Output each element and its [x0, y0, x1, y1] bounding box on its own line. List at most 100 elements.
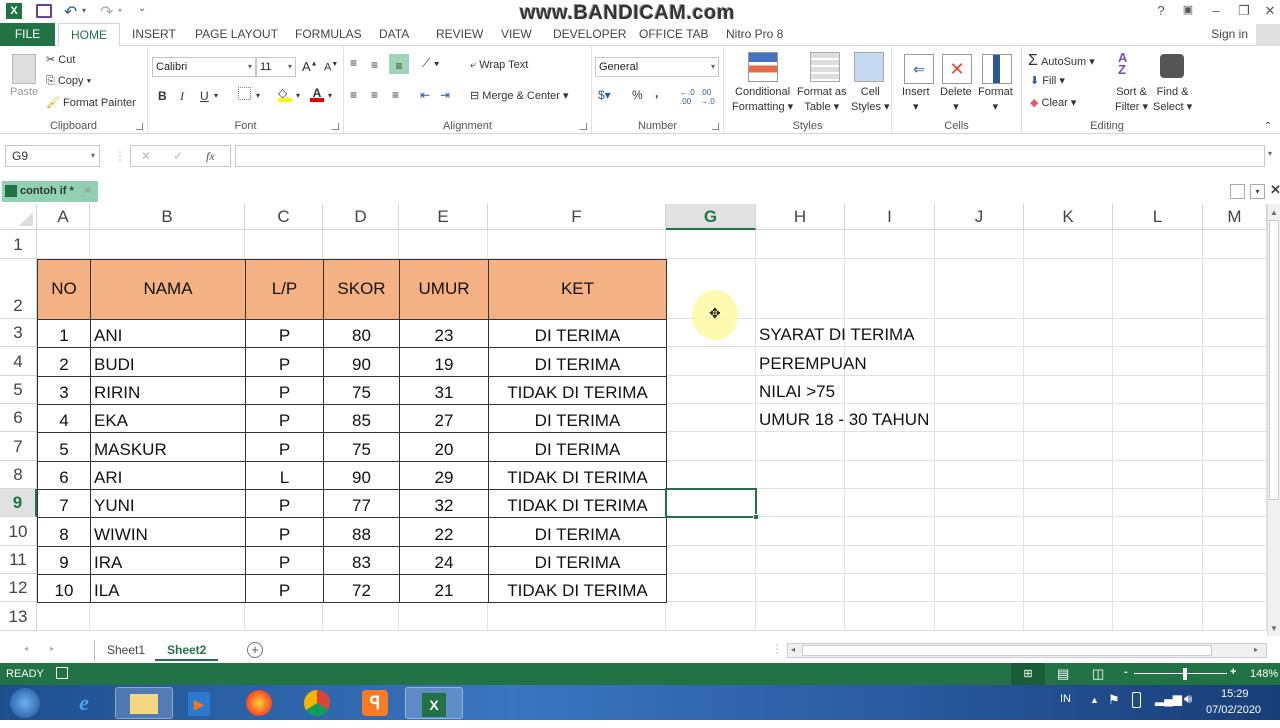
- row-header-5[interactable]: 5: [0, 376, 37, 404]
- fill-button[interactable]: ⬇ Fill ▾: [1030, 74, 1065, 87]
- tab-nitro-pro[interactable]: Nitro Pro 8: [718, 23, 791, 46]
- column-header-a[interactable]: A: [37, 204, 90, 230]
- column-header-c[interactable]: C: [245, 204, 323, 230]
- decrease-indent-icon[interactable]: ⇤: [420, 88, 430, 102]
- borders-dropdown-icon[interactable]: ▾: [256, 91, 260, 100]
- column-header-j[interactable]: J: [935, 204, 1024, 230]
- table-cell-no[interactable]: 1: [37, 319, 91, 348]
- select-all-corner[interactable]: [0, 204, 37, 230]
- table-cell-ket[interactable]: DI TERIMA: [488, 347, 667, 377]
- copy-button[interactable]: ⎘ Copy ▾: [46, 75, 91, 88]
- table-header-skor[interactable]: SKOR: [323, 259, 400, 320]
- table-cell-ket[interactable]: DI TERIMA: [488, 432, 667, 462]
- table-cell-umur[interactable]: 23: [399, 319, 489, 348]
- decrease-font-size-button[interactable]: A▼: [324, 61, 338, 74]
- page-layout-view-icon[interactable]: ▤: [1057, 666, 1069, 682]
- increase-font-size-button[interactable]: A▲: [302, 59, 318, 74]
- table-cell-nama[interactable]: YUNI: [90, 489, 246, 518]
- minimize-button[interactable]: –: [1206, 3, 1226, 18]
- row-header-10[interactable]: 10: [0, 517, 37, 546]
- next-sheet-icon[interactable]: ▸: [50, 644, 54, 653]
- sign-in-link[interactable]: Sign in: [1211, 27, 1248, 41]
- network-signal-icon[interactable]: ▂▄▆: [1155, 692, 1182, 706]
- table-cell-nama[interactable]: EKA: [90, 404, 246, 433]
- selected-cell-g9[interactable]: [665, 488, 757, 518]
- save-icon[interactable]: [36, 4, 52, 18]
- table-cell-skor[interactable]: 90: [323, 347, 400, 377]
- table-cell-no[interactable]: 6: [37, 461, 91, 490]
- font-color-dropdown-icon[interactable]: ▾: [328, 91, 332, 100]
- table-cell-lp[interactable]: P: [245, 432, 324, 462]
- table-cell-umur[interactable]: 21: [399, 574, 489, 603]
- align-bottom-icon[interactable]: ≡: [389, 54, 409, 74]
- table-cell-lp[interactable]: P: [245, 319, 324, 348]
- align-left-icon[interactable]: ≡: [350, 88, 357, 102]
- table-header-ket[interactable]: KET: [488, 259, 667, 320]
- table-cell-ket[interactable]: DI TERIMA: [488, 546, 667, 575]
- wrap-text-button[interactable]: ⤶ Wrap Text: [470, 59, 528, 72]
- table-cell-umur[interactable]: 31: [399, 376, 489, 405]
- table-cell-nama[interactable]: WIWIN: [90, 517, 246, 547]
- table-cell-no[interactable]: 5: [37, 432, 91, 462]
- table-cell-skor[interactable]: 90: [323, 461, 400, 490]
- table-cell-skor[interactable]: 75: [323, 432, 400, 462]
- table-cell-no[interactable]: 9: [37, 546, 91, 575]
- note-cell[interactable]: UMUR 18 - 30 TAHUN: [759, 404, 929, 432]
- sheet-tab-sheet1[interactable]: Sheet1: [95, 641, 157, 661]
- clear-button[interactable]: ◆ Clear ▾: [1030, 96, 1076, 109]
- row-header-11[interactable]: 11: [0, 546, 37, 574]
- table-header-umur[interactable]: UMUR: [399, 259, 489, 320]
- font-color-icon[interactable]: A: [310, 86, 324, 102]
- table-cell-lp[interactable]: P: [245, 489, 324, 518]
- page-break-view-icon[interactable]: ◫: [1092, 666, 1104, 682]
- table-header-no[interactable]: NO: [37, 259, 91, 320]
- underline-button[interactable]: U: [200, 89, 209, 103]
- column-header-e[interactable]: E: [399, 204, 488, 230]
- customize-quick-access-icon[interactable]: ⌄: [138, 3, 146, 14]
- volume-icon[interactable]: 🔊︎: [1184, 691, 1192, 707]
- percent-button[interactable]: %: [632, 88, 643, 102]
- zoom-slider-thumb[interactable]: [1183, 668, 1187, 680]
- table-cell-nama[interactable]: ILA: [90, 574, 246, 603]
- table-cell-umur[interactable]: 32: [399, 489, 489, 518]
- tab-file[interactable]: FILE: [0, 23, 55, 46]
- autosum-button[interactable]: Σ AutoSum ▾: [1028, 52, 1095, 70]
- align-right-icon[interactable]: ≡: [392, 88, 399, 102]
- column-header-i[interactable]: I: [845, 204, 935, 230]
- font-size-combo[interactable]: 11 ▾: [256, 57, 296, 77]
- table-cell-nama[interactable]: ANI: [90, 319, 246, 348]
- document-list-dropdown-icon[interactable]: ▾: [1250, 184, 1265, 199]
- align-center-icon[interactable]: ≡: [371, 88, 378, 102]
- fill-color-icon[interactable]: ◇: [278, 86, 292, 102]
- tab-data[interactable]: DATA: [371, 23, 417, 46]
- firefox-icon[interactable]: [230, 687, 288, 719]
- conditional-formatting-button[interactable]: Conditional Formatting ▾: [732, 85, 793, 115]
- row-header-3[interactable]: 3: [0, 319, 37, 347]
- user-avatar-icon[interactable]: [1256, 24, 1280, 46]
- table-cell-ket[interactable]: DI TERIMA: [488, 404, 667, 433]
- table-cell-no[interactable]: 4: [37, 404, 91, 433]
- scroll-left-icon[interactable]: ◂: [791, 645, 795, 654]
- column-header-k[interactable]: K: [1024, 204, 1113, 230]
- note-cell[interactable]: NILAI >75: [759, 376, 835, 404]
- row-header-13[interactable]: 13: [0, 602, 37, 631]
- row-header-8[interactable]: 8: [0, 461, 37, 489]
- cell-styles-button[interactable]: Cell Styles ▾: [851, 85, 890, 115]
- tab-insert[interactable]: INSERT: [124, 23, 184, 46]
- vertical-scroll-thumb[interactable]: [1269, 220, 1279, 500]
- vertical-scrollbar[interactable]: ▲ ▼: [1267, 204, 1280, 636]
- redo-dropdown-icon[interactable]: ▾: [118, 6, 122, 15]
- help-button[interactable]: ?: [1151, 3, 1171, 18]
- table-cell-lp[interactable]: P: [245, 517, 324, 547]
- paste-button[interactable]: Paste: [10, 86, 38, 98]
- enter-formula-icon[interactable]: ✓: [173, 149, 183, 163]
- document-tab[interactable]: contoh if * ✕: [2, 181, 98, 202]
- table-cell-nama[interactable]: RIRIN: [90, 376, 246, 405]
- clock-date[interactable]: 07/02/2020: [1206, 704, 1261, 716]
- column-header-g[interactable]: G: [666, 204, 756, 230]
- horizontal-scrollbar[interactable]: ◂ ▸: [787, 643, 1267, 658]
- font-launcher-icon[interactable]: [332, 123, 339, 130]
- orientation-icon[interactable]: ⟋ ▾: [422, 56, 440, 71]
- table-cell-no[interactable]: 8: [37, 517, 91, 547]
- internet-explorer-icon[interactable]: e: [55, 687, 113, 719]
